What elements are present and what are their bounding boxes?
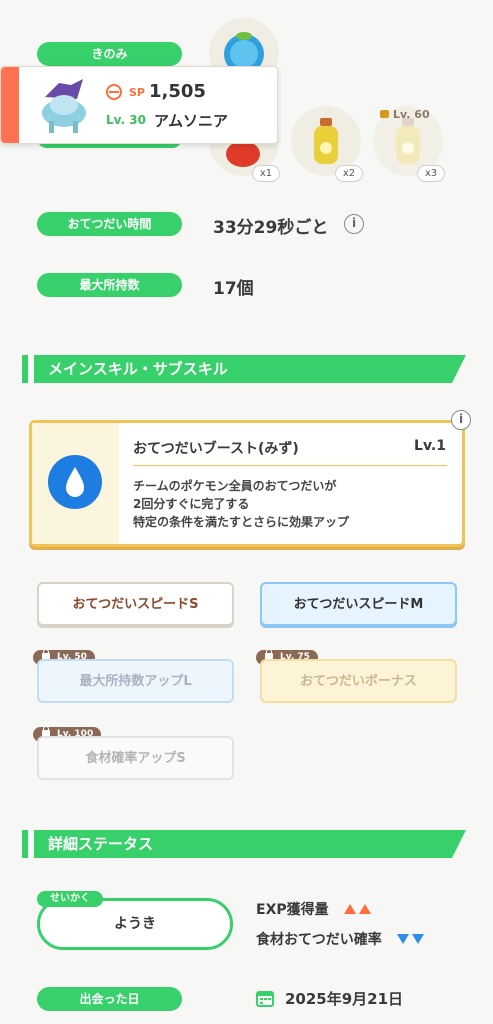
nature-up-stat: EXP獲得量 (256, 899, 371, 919)
ingredient-3-lock: Lv. 60 (380, 108, 430, 121)
nature-tag: せいかく (37, 891, 103, 907)
water-drop-icon (48, 455, 102, 509)
capacity-label: 最大所持数 (37, 273, 182, 297)
up-arrow-icon (343, 904, 356, 914)
skills-section-title: メインスキル・サブスキル (34, 355, 466, 383)
sub-skill-capacity-l[interactable]: 最大所持数アップL (37, 659, 234, 703)
ingredient-2-qty: x2 (335, 165, 363, 182)
sp-icon (106, 84, 122, 100)
pokemon-sprite (31, 75, 97, 137)
sub-skill-ingredient-s[interactable]: 食材確率アップS (37, 736, 234, 780)
detail-section-header: 詳細ステータス (22, 830, 466, 858)
ingredient-1-qty: x1 (252, 165, 280, 182)
met-label: 出会った日 (37, 987, 182, 1011)
skills-section-header: メインスキル・サブスキル (22, 355, 466, 383)
lock-icon (380, 110, 389, 118)
pokemon-level: Lv. 30 (106, 113, 146, 127)
card-accent (1, 67, 19, 143)
nature-down-stat: 食材おてつだい確率 (256, 929, 424, 949)
calendar-icon (256, 989, 274, 1007)
main-skill-description: チームのポケモン全員のおてつだいが 2回分すぐに完了する 特定の条件を満たすとさ… (133, 479, 350, 529)
met-date: 2025年9月21日 (285, 990, 404, 1008)
divider (133, 465, 447, 466)
down-arrow-icon (396, 934, 409, 944)
help-time-label: おてつだい時間 (37, 212, 182, 236)
main-skill-info-icon[interactable]: i (451, 410, 471, 430)
sp-value: 1,505 (149, 81, 206, 102)
pokemon-card[interactable]: SP 1,505 Lv. 30 アムソニア (0, 66, 278, 144)
main-skill-name: おてつだいブースト(みず) (133, 441, 299, 457)
info-icon[interactable]: i (344, 214, 364, 234)
detail-section-title: 詳細ステータス (34, 830, 466, 858)
sub-skill-speed-m[interactable]: おてつだいスピードM (260, 582, 457, 626)
sp-label: SP (129, 86, 145, 99)
help-time-value: 33分29秒ごと (213, 218, 329, 238)
pokemon-name: アムソニア (154, 112, 228, 130)
down-arrow-icon (411, 934, 424, 944)
up-arrow-icon (358, 904, 371, 914)
ingredient-3-qty: x3 (417, 165, 445, 182)
main-skill-card[interactable]: おてつだいブースト(みず) Lv.1 チームのポケモン全員のおてつだいが 2回分… (29, 420, 465, 547)
main-skill-level: Lv.1 (414, 438, 446, 454)
capacity-value: 17個 (213, 279, 254, 299)
sub-skill-help-bonus[interactable]: おてつだいボーナス (260, 659, 457, 703)
berry-label: きのみ (37, 42, 182, 66)
sub-skill-speed-s[interactable]: おてつだいスピードS (37, 582, 234, 626)
